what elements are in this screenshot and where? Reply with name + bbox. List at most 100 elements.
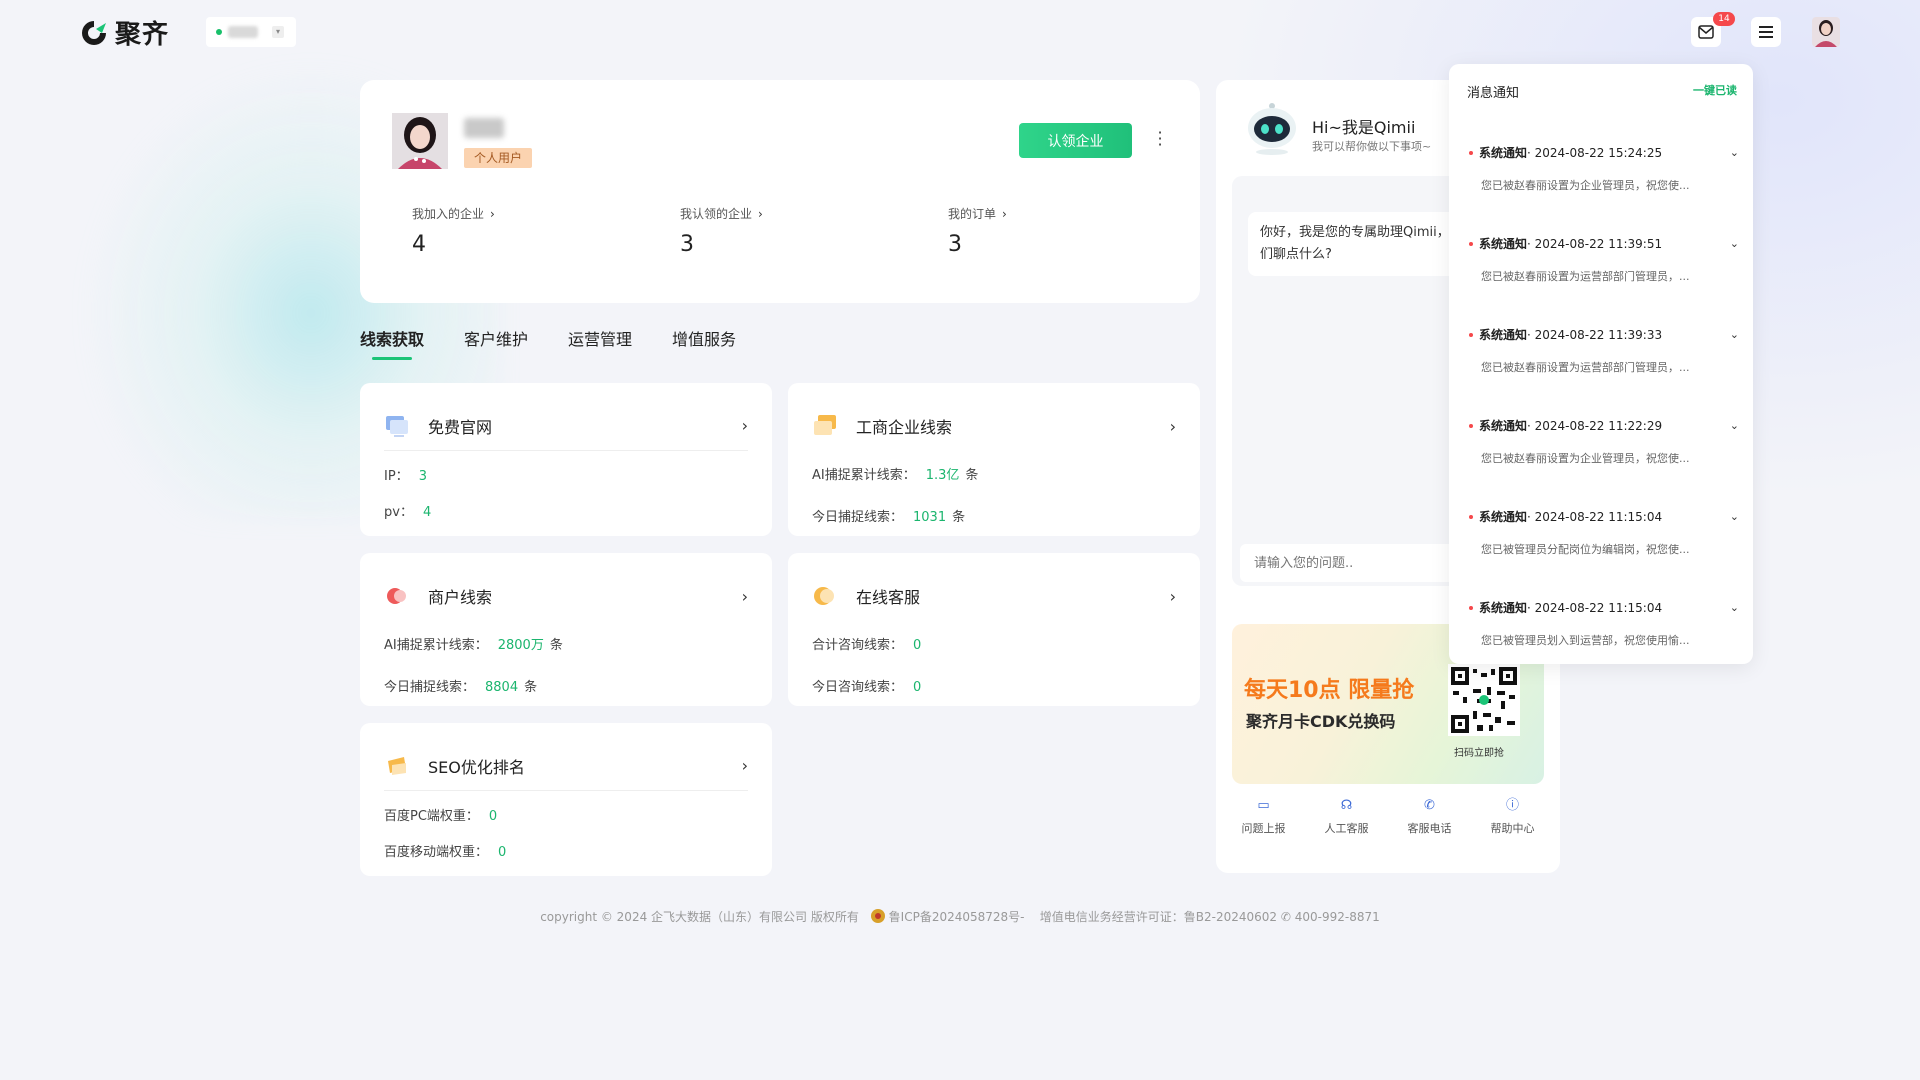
stat-label: 我认领的企业 [680,207,753,221]
notification-item[interactable]: 系统通知 · 2024-08-22 11:39:51 ⌄ 您已被赵春丽设置为运营部部… [1469,235,1739,284]
metric-label: 今日捕捉线索： [812,510,904,525]
user-avatar [392,113,448,169]
chevron-down-icon[interactable]: ⌄ [1730,146,1739,159]
stat-label: 我的订单 [948,207,997,221]
assistant-actions: ▭ 问题上报 ☊ 人工客服 ✆ 客服电话 ⓘ 帮助中心 [1216,798,1560,836]
claim-enterprise-button[interactable]: 认领企业 [1019,123,1132,158]
metric-value: 3 [418,469,427,484]
website-icon [384,413,410,439]
metric-unit: 条 [952,510,966,525]
stat-value: 4 [412,232,426,257]
chevron-right-icon: › [1169,586,1176,606]
assistant-title: Hi~我是Qimii [1312,118,1416,137]
metric-unit: 条 [524,680,538,695]
footer-icp-link[interactable]: 鲁ICP备2024058728号- [889,910,1025,924]
notification-time: · 2024-08-22 11:15:04 [1527,509,1663,524]
action-report-issue[interactable]: ▭ 问题上报 [1242,798,1286,836]
notification-type: 系统通知 [1479,510,1528,524]
metric-label: pv： [384,505,413,520]
chevron-down-icon[interactable]: ⌄ [1730,328,1739,341]
notification-body: 您已被管理员划入到运营部，祝您使用愉... [1481,634,1690,647]
notification-title: 消息通知 [1467,86,1520,101]
notification-item[interactable]: 系统通知 · 2024-08-22 11:15:04 ⌄ 您已被管理员划入到运营部，… [1469,599,1739,648]
chevron-down-icon[interactable]: ⌄ [1730,601,1739,614]
action-service-phone[interactable]: ✆ 客服电话 [1408,798,1452,836]
metric-label: 百度PC端权重： [384,809,479,824]
tab-customer-maintenance[interactable]: 客户维护 [464,326,528,360]
assistant-greeting-bubble: 你好，我是您的专属助理Qimii，我们聊点什么? [1248,212,1478,276]
action-help-center[interactable]: ⓘ 帮助中心 [1491,798,1535,836]
notification-time: · 2024-08-22 11:22:29 [1527,418,1663,433]
feature-card-free-site[interactable]: 免费官网 › IP： 3 pv： 4 [360,383,772,536]
notification-time: · 2024-08-22 15:24:25 [1527,145,1663,160]
footer-copyright: copyright © 2024 企飞大数据（山东）有限公司 版权所有 [540,910,859,924]
mail-count-badge: 14 [1713,12,1735,26]
robot-icon [1244,100,1300,156]
category-tabs: 线索获取 客户维护 运营管理 增值服务 [360,326,736,360]
notification-item[interactable]: 系统通知 · 2024-08-22 11:22:29 ⌄ 您已被赵春丽设置为企业管理… [1469,417,1739,466]
qr-caption: 扫码立即抢 [1454,748,1504,759]
unread-dot-icon [1469,423,1473,428]
chevron-down-icon[interactable]: ⌄ [1730,510,1739,523]
metric-value: 1.3亿 [925,468,960,483]
feature-title: 工商企业线索 [856,418,953,437]
feature-card-online-service[interactable]: 在线客服 › 合计咨询线索： 0 今日咨询线索： 0 [788,553,1200,706]
chevron-down-icon[interactable]: ⌄ [1730,419,1739,432]
feature-title: 商户线索 [428,588,493,607]
header-avatar[interactable] [1812,17,1840,47]
metric-value: 0 [488,809,498,824]
menu-button[interactable] [1751,17,1781,47]
logo-text: 聚齐 [115,20,170,50]
notification-body: 您已被管理员分配岗位为编辑岗，祝您使... [1481,543,1690,556]
organization-name-redacted [228,26,258,38]
stat-label: 我加入的企业 [412,207,485,221]
organization-select[interactable]: ▾ [206,17,296,47]
hamburger-menu-icon [1759,26,1773,38]
action-human-service[interactable]: ☊ 人工客服 [1325,798,1369,836]
feature-title: SEO优化排名 [428,757,525,777]
tab-operations-management[interactable]: 运营管理 [568,326,632,360]
notification-item[interactable]: 系统通知 · 2024-08-22 11:15:04 ⌄ 您已被管理员分配岗位为编辑… [1469,508,1739,557]
chevron-down-icon[interactable]: ⌄ [1730,237,1739,250]
unread-dot-icon [1469,514,1473,519]
metric-value: 0 [913,680,922,695]
chevron-down-icon: ▾ [272,26,284,38]
stat-value: 3 [948,232,962,257]
assistant-subtitle: 我可以帮你做以下事项~ [1312,140,1432,153]
feature-card-business-leads[interactable]: 工商企业线索 › AI捕捉累计线索： 1.3亿条 今日捕捉线索： 1031 条 [788,383,1200,536]
footer-license: 增值电信业务经营许可证：鲁B2-20240602 [1039,910,1278,924]
logo-mark-icon [79,18,109,48]
qr-code-icon [1448,664,1520,736]
status-dot-icon [216,29,222,35]
notification-type: 系统通知 [1479,328,1528,342]
metric-label: AI捕捉累计线索： [384,638,488,653]
tab-lead-acquisition[interactable]: 线索获取 [360,326,424,360]
unread-dot-icon [1469,332,1473,337]
unread-dot-icon [1469,150,1473,155]
chevron-right-icon: › [741,416,748,435]
tab-value-added-services[interactable]: 增值服务 [672,326,736,360]
stat-joined-enterprises[interactable]: 我加入的企业 › 4 [412,205,495,257]
logo[interactable]: 聚齐 [79,14,169,51]
business-folder-icon [812,413,838,439]
chevron-right-icon: › [741,756,748,775]
chevron-right-icon: › [1002,207,1007,221]
metric-label: AI捕捉累计线索： [812,468,916,483]
notification-time: · 2024-08-22 11:39:33 [1527,327,1663,342]
notification-item[interactable]: 系统通知 · 2024-08-22 11:39:33 ⌄ 您已被赵春丽设置为运营部部… [1469,326,1739,375]
action-label: 帮助中心 [1490,822,1535,835]
phone-icon: ✆ [1424,798,1435,813]
metric-label: 百度移动端权重： [384,845,489,860]
stat-claimed-enterprises[interactable]: 我认领的企业 › 3 [680,205,763,257]
stat-my-orders[interactable]: 我的订单 › 3 [948,205,1007,257]
notification-body: 您已被赵春丽设置为运营部部门管理员，... [1481,361,1690,374]
more-options-icon[interactable]: · · · [1152,125,1168,153]
mark-all-read-button[interactable]: 一键已读 [1693,82,1737,98]
headset-icon: ☊ [1340,798,1353,813]
notification-item[interactable]: 系统通知 · 2024-08-22 15:24:25 ⌄ 您已被赵春丽设置为企业管理… [1469,144,1739,193]
feature-title: 免费官网 [428,417,493,437]
notification-panel: 消息通知 一键已读 系统通知 · 2024-08-22 15:24:25 ⌄ 您已被… [1449,64,1753,664]
feature-card-merchant-leads[interactable]: 商户线索 › AI捕捉累计线索： 2800万条 今日捕捉线索： 8804 条 [360,553,772,706]
unread-dot-icon [1469,241,1473,246]
feature-card-seo[interactable]: SEO优化排名 › 百度PC端权重： 0 百度移动端权重： 0 [360,723,772,876]
